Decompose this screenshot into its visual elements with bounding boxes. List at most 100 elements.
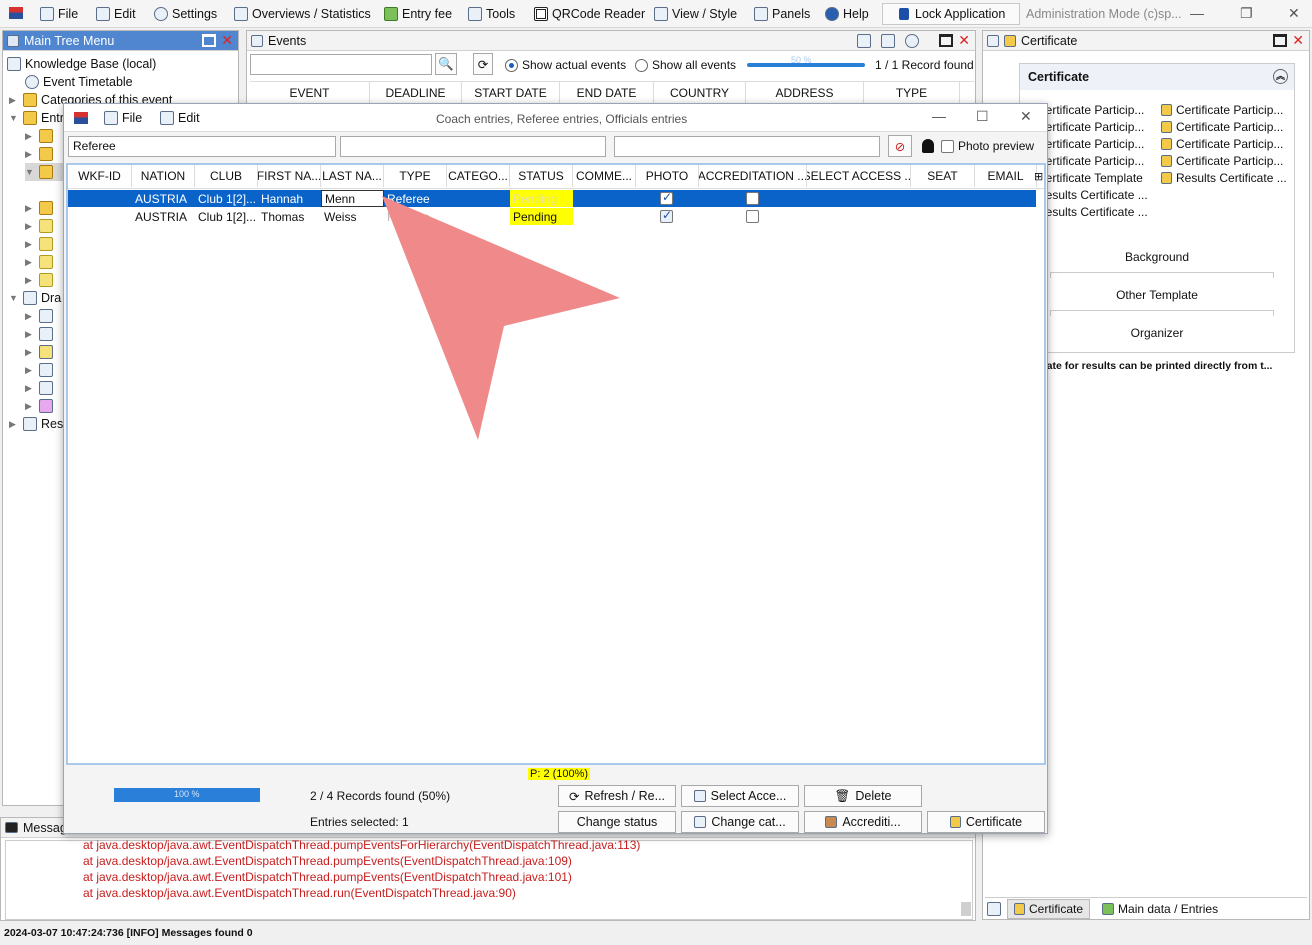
close-icon[interactable]: ✕ (958, 32, 970, 49)
search-button[interactable]: 🔍 (435, 53, 457, 75)
refresh-button[interactable]: ⟳ (473, 53, 493, 75)
certificate-item[interactable]: Certificate Particip... (1158, 118, 1287, 135)
certificate-item[interactable]: Certificate Particip... (1158, 152, 1287, 169)
col-seat[interactable]: SEAT (911, 165, 975, 187)
maximize-icon[interactable] (939, 34, 953, 47)
col-end-date[interactable]: END DATE (560, 82, 654, 104)
menu-file[interactable]: File (40, 5, 78, 23)
col-event[interactable]: EVENT (250, 82, 370, 104)
photo-preview-checkbox[interactable]: Photo preview (941, 139, 1034, 153)
minimize-button[interactable]: — (1190, 5, 1204, 21)
tree-subitem[interactable]: ▶ (25, 397, 53, 415)
collapse-icon[interactable]: ︽ (1273, 69, 1288, 84)
accreditation-checkbox[interactable] (746, 210, 759, 223)
col-accreditation[interactable]: ACCREDITATION ... (699, 165, 807, 187)
accreditation-button[interactable]: Accrediti... (804, 811, 922, 833)
photo-checkbox[interactable] (660, 190, 673, 205)
dialog-menu-file[interactable]: File (104, 109, 142, 127)
events-search-input[interactable] (250, 54, 432, 75)
select-access-button[interactable]: Select Acce... (681, 785, 799, 807)
tree-item-knowledge-base[interactable]: Knowledge Base (local) (7, 55, 156, 73)
maximize-icon[interactable] (1273, 34, 1287, 47)
clear-filter-button[interactable]: ⊘ (888, 135, 912, 157)
col-start-date[interactable]: START DATE (462, 82, 560, 104)
column-chooser-icon[interactable]: ⊞ (1034, 170, 1043, 183)
certificate-section-header[interactable]: Certificate ︽ (1020, 64, 1294, 90)
menu-tools[interactable]: Tools (468, 5, 515, 23)
certificate-item[interactable]: Certificate Particip... (1034, 118, 1148, 135)
close-icon[interactable]: ✕ (221, 32, 233, 49)
messages-scrollbar[interactable] (961, 902, 971, 916)
dialog-menu-edit[interactable]: Edit (160, 109, 200, 127)
tree-subitem[interactable]: ▶ (25, 217, 53, 235)
col-country[interactable]: COUNTRY (654, 82, 746, 104)
close-icon[interactable]: ✕ (1292, 32, 1304, 49)
col-select-access[interactable]: SELECT ACCESS ... (807, 165, 911, 187)
tree-subitem[interactable]: ▶ (25, 271, 53, 289)
menu-settings[interactable]: Settings (154, 5, 217, 23)
col-photo[interactable]: PHOTO (636, 165, 699, 187)
col-nation[interactable]: NATION (132, 165, 195, 187)
tree-subitem[interactable]: ▶ (25, 379, 53, 397)
restore-button[interactable]: ❐ (1240, 5, 1253, 22)
tree-subitem[interactable]: ▶ (25, 253, 53, 271)
col-first-name[interactable]: FIRST NA... (258, 165, 321, 187)
certificate-item[interactable]: Certificate Particip... (1158, 135, 1287, 152)
menu-view-style[interactable]: View / Style (654, 5, 737, 23)
certificate-item[interactable]: Certificate Particip... (1158, 101, 1287, 118)
tab-main-data[interactable]: Main data / Entries (1096, 900, 1224, 918)
maximize-icon[interactable] (202, 34, 216, 47)
certificate-item[interactable]: Certificate Particip... (1034, 135, 1148, 152)
tree-subitem[interactable]: ▶ (25, 145, 53, 163)
certificate-item[interactable]: Results Certificate ... (1034, 186, 1148, 203)
tree-subitem[interactable]: ▶ (25, 235, 53, 253)
tree-subitem[interactable]: ▶ (25, 325, 53, 343)
col-club[interactable]: CLUB (195, 165, 258, 187)
col-email[interactable]: EMAIL (975, 165, 1037, 187)
tab-certificate[interactable]: Certificate (1007, 898, 1091, 919)
clock-icon[interactable] (905, 34, 919, 48)
certificate-item[interactable]: Certificate Particip... (1034, 101, 1148, 118)
other-template-field[interactable] (1050, 310, 1274, 316)
tree-subitem[interactable]: ▶ (25, 127, 53, 145)
menu-entry-fee[interactable]: Entry fee (384, 5, 452, 23)
tree-subitem[interactable]: ▶ (25, 343, 53, 361)
folder-icon[interactable] (881, 34, 895, 48)
close-button[interactable]: ✕ (1288, 5, 1300, 22)
tree-subitem[interactable]: ▶ (25, 199, 53, 217)
menu-panels[interactable]: Panels (754, 5, 810, 23)
menu-qrcode[interactable]: QRCode Reader (534, 5, 645, 23)
background-field[interactable] (1050, 272, 1274, 278)
lock-application-button[interactable]: Lock Application (882, 3, 1020, 25)
refresh-button[interactable]: ⟳ Refresh / Re... (558, 785, 676, 807)
certificate-item[interactable]: Certificate Particip... (1034, 152, 1148, 169)
certificate-item[interactable]: Results Certificate ... (1158, 169, 1287, 186)
filter-input-3[interactable] (614, 136, 880, 157)
tree-item-results[interactable]: ▶ Res (9, 415, 63, 433)
col-type[interactable]: TYPE (864, 82, 960, 104)
change-category-button[interactable]: Change cat... (681, 811, 799, 833)
col-deadline[interactable]: DEADLINE (370, 82, 462, 104)
tree-item-entries[interactable]: ▼ Entri (9, 109, 67, 127)
radio-show-actual[interactable]: Show actual events (505, 58, 626, 72)
edit-icon[interactable] (857, 34, 871, 48)
col-wkf-id[interactable]: WKF-ID (68, 165, 132, 187)
type-filter-input[interactable]: Referee (68, 136, 336, 157)
menu-overviews[interactable]: Overviews / Statistics (234, 5, 371, 23)
certificate-button[interactable]: Certificate (927, 811, 1045, 833)
tree-item-timetable[interactable]: Event Timetable (25, 73, 133, 91)
certificate-item[interactable]: Certificate Template (1034, 169, 1148, 186)
photo-checkbox[interactable] (660, 208, 673, 223)
tree-item-draw[interactable]: ▼ Dra (9, 289, 61, 307)
certificate-item[interactable]: Results Certificate ... (1034, 203, 1148, 220)
delete-button[interactable]: 🗑 Delete (804, 785, 922, 807)
menu-edit[interactable]: Edit (96, 5, 136, 23)
radio-show-all[interactable]: Show all events (635, 58, 736, 72)
tree-subitem[interactable]: ▶ (25, 361, 53, 379)
menu-help[interactable]: Help (825, 5, 869, 23)
filter-input-2[interactable] (340, 136, 606, 157)
change-status-button[interactable]: Change status (558, 811, 676, 833)
tree-subitem[interactable]: ▶ (25, 307, 53, 325)
tree-subitem-selected[interactable]: ▼ (25, 163, 65, 181)
accreditation-checkbox[interactable] (746, 192, 759, 205)
